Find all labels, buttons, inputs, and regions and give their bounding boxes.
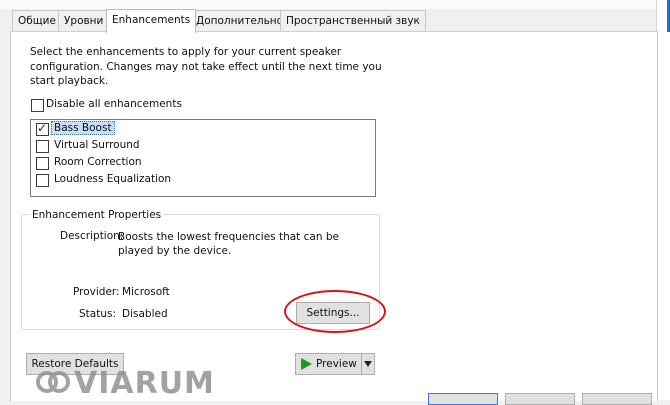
watermark-logo: VIARUM [36, 366, 215, 401]
viarum-logo-icon [36, 371, 70, 393]
play-icon [301, 358, 312, 370]
window-top-strip [0, 0, 670, 9]
window-right-edge [656, 0, 670, 400]
intro-text: Select the enhancements to apply for you… [30, 46, 382, 87]
description-value: Boosts the lowest frequencies that can b… [118, 231, 339, 257]
tab-spatial-sound[interactable]: Пространственный звук [280, 10, 426, 31]
bass-boost-checkbox[interactable] [36, 121, 49, 136]
list-item-loudness-equalization[interactable]: Loudness Equalization [54, 173, 171, 185]
list-item-room-correction[interactable]: Room Correction [54, 156, 142, 168]
loudness-equalization-checkbox[interactable] [36, 174, 49, 187]
tab-enhancements[interactable]: Enhancements [106, 9, 197, 33]
tab-label: Уровни [64, 15, 104, 27]
ok-button-partial[interactable] [428, 393, 498, 405]
preview-dropdown-button[interactable] [361, 353, 375, 375]
disable-all-label[interactable]: Disable all enhancements [46, 98, 182, 110]
tab-levels[interactable]: Уровни [58, 10, 110, 31]
preview-label: Preview [316, 358, 357, 370]
tab-label: Enhancements [112, 14, 191, 26]
group-title: Enhancement Properties [30, 209, 164, 221]
watermark-text: VIARUM [74, 366, 215, 401]
apply-button-partial[interactable] [582, 393, 652, 405]
tab-general[interactable]: Общие [12, 10, 62, 31]
list-item-virtual-surround[interactable]: Virtual Surround [54, 139, 140, 151]
list-item-bass-boost[interactable]: Bass Boost [51, 121, 115, 135]
dropdown-arrow-icon [364, 361, 372, 367]
tab-label: Общие [18, 15, 56, 27]
provider-label: Provider: [73, 286, 120, 298]
status-value: Disabled [122, 308, 168, 320]
description-label: Description: [60, 230, 124, 242]
tab-advanced[interactable]: Дополнительно [190, 10, 290, 31]
tab-label: Пространственный звук [286, 15, 420, 27]
virtual-surround-checkbox[interactable] [36, 140, 49, 153]
tab-label: Дополнительно [196, 15, 284, 27]
room-correction-checkbox[interactable] [36, 157, 49, 170]
status-label: Status: [79, 308, 116, 320]
preview-button[interactable]: Preview [295, 353, 363, 375]
disable-all-checkbox[interactable] [31, 99, 44, 112]
provider-value: Microsoft [122, 286, 170, 298]
highlight-circle [284, 290, 386, 333]
cancel-button-partial[interactable] [505, 393, 575, 405]
